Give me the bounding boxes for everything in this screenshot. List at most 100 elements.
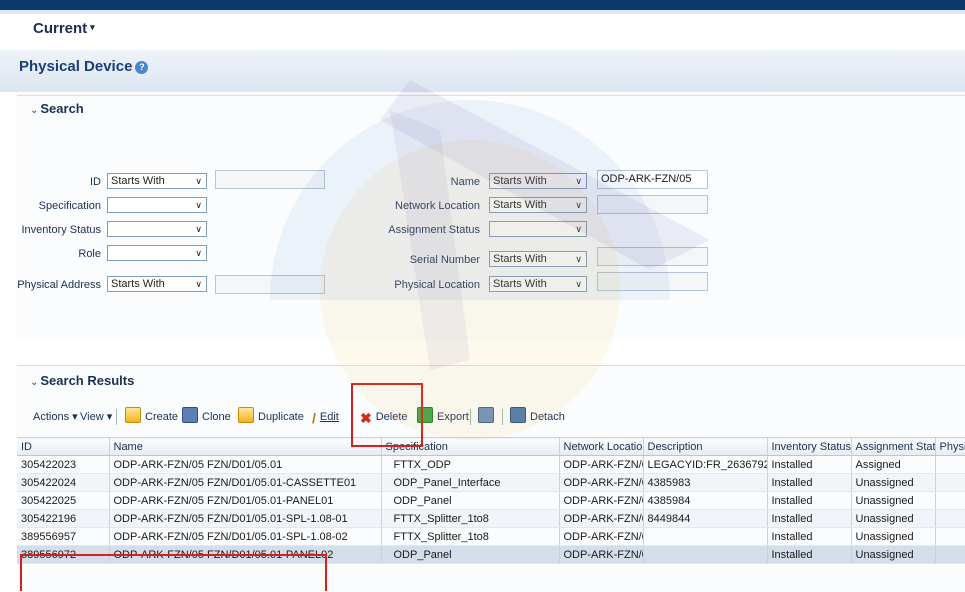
cell-physical bbox=[935, 491, 965, 510]
dropdown-arrow-icon: ∨ bbox=[575, 254, 582, 264]
cell-physical bbox=[935, 455, 965, 474]
cell-network-location: ODP-ARK-FZN/05 bbox=[559, 527, 644, 546]
physical-address-operator-select[interactable]: Starts With ∨ bbox=[107, 276, 207, 292]
page-title: Physical Device? bbox=[19, 58, 149, 75]
chevron-down-icon: ▾ bbox=[90, 22, 95, 32]
serial-number-input[interactable] bbox=[597, 247, 708, 266]
results-table: ID Name Specification Network Location D… bbox=[17, 437, 965, 564]
cell-name: ODP-ARK-FZN/05 FZN/D01/05.01-SPL-1.08-01 bbox=[109, 509, 382, 528]
cell-name: ODP-ARK-FZN/05 FZN/D01/05.01-PANEL01 bbox=[109, 491, 382, 510]
help-icon[interactable]: ? bbox=[135, 61, 149, 74]
cell-description: LEGACYID:FR_2636792 bbox=[643, 455, 768, 474]
detach-label: Detach bbox=[530, 411, 565, 423]
table-row[interactable]: 305422196 ODP-ARK-FZN/05 FZN/D01/05.01-S… bbox=[17, 509, 965, 528]
name-input[interactable]: ODP-ARK-FZN/05 bbox=[597, 170, 708, 189]
column-header-id[interactable]: ID bbox=[17, 437, 110, 456]
physical-address-input[interactable] bbox=[215, 275, 325, 294]
serial-number-operator-value: Starts With bbox=[493, 253, 547, 265]
export-label: Export bbox=[437, 411, 469, 423]
cell-name: ODP-ARK-FZN/05 FZN/D01/05.01-CASSETTE01 bbox=[109, 473, 382, 492]
selected-row-highlight-box bbox=[20, 554, 327, 591]
cell-network-location: ODP-ARK-FZN/05 bbox=[559, 491, 644, 510]
pencil-icon: / bbox=[312, 410, 316, 426]
cell-assignment-status: Unassigned bbox=[851, 473, 936, 492]
cell-physical bbox=[935, 509, 965, 528]
cell-inventory-status: Installed bbox=[767, 473, 852, 492]
physical-location-input[interactable] bbox=[597, 272, 708, 291]
physical-location-operator-select[interactable]: Starts With ∨ bbox=[489, 276, 587, 292]
column-header-description[interactable]: Description bbox=[643, 437, 768, 456]
table-row[interactable]: 305422025 ODP-ARK-FZN/05 FZN/D01/05.01-P… bbox=[17, 491, 965, 510]
cell-id: 305422024 bbox=[17, 473, 110, 492]
network-location-operator-value: Starts With bbox=[493, 199, 547, 211]
network-location-input[interactable] bbox=[597, 195, 708, 214]
cell-inventory-status: Installed bbox=[767, 455, 852, 474]
cell-specification: ODP_Panel bbox=[381, 545, 560, 564]
detach-button[interactable]: Detach bbox=[510, 407, 565, 427]
cell-description: 4385983 bbox=[643, 473, 768, 492]
id-operator-select[interactable]: Starts With ∨ bbox=[107, 173, 207, 189]
current-menu[interactable]: Current ▾ bbox=[33, 20, 95, 37]
cell-inventory-status: Installed bbox=[767, 545, 852, 564]
cell-description: 8449844 bbox=[643, 509, 768, 528]
view-menu[interactable]: View ▾ bbox=[80, 407, 112, 427]
cell-inventory-status: Installed bbox=[767, 509, 852, 528]
column-header-assignment-status[interactable]: Assignment Status bbox=[851, 437, 936, 456]
clone-icon bbox=[182, 407, 198, 423]
network-location-label: Network Location bbox=[395, 200, 480, 212]
dropdown-arrow-icon: ∨ bbox=[575, 224, 582, 234]
search-section-header[interactable]: ⌄ Search bbox=[30, 101, 84, 116]
dropdown-arrow-icon: ∨ bbox=[195, 224, 202, 234]
id-operator-value: Starts With bbox=[111, 175, 165, 187]
name-operator-select[interactable]: Starts With ∨ bbox=[489, 173, 587, 189]
page-title-text: Physical Device bbox=[19, 58, 133, 75]
create-button[interactable]: Create bbox=[125, 407, 178, 427]
cell-description bbox=[643, 545, 768, 564]
cell-assignment-status: Unassigned bbox=[851, 545, 936, 564]
edit-button[interactable]: / Edit bbox=[312, 407, 339, 427]
table-row[interactable]: 305422023 ODP-ARK-FZN/05 FZN/D01/05.01 F… bbox=[17, 455, 965, 474]
duplicate-button[interactable]: Duplicate bbox=[238, 407, 304, 427]
id-label: ID bbox=[90, 176, 101, 188]
column-header-inventory-status[interactable]: Inventory Status bbox=[767, 437, 852, 456]
collapse-icon[interactable]: ⌄ bbox=[30, 105, 38, 116]
assignment-status-select[interactable]: ∨ bbox=[489, 221, 587, 237]
table-row[interactable]: 389556957 ODP-ARK-FZN/05 FZN/D01/05.01-S… bbox=[17, 527, 965, 546]
toolbar-separator bbox=[470, 409, 471, 425]
cell-inventory-status: Installed bbox=[767, 491, 852, 510]
cell-id: 305422196 bbox=[17, 509, 110, 528]
cell-assignment-status: Unassigned bbox=[851, 509, 936, 528]
id-input[interactable] bbox=[215, 170, 325, 189]
column-header-name[interactable]: Name bbox=[109, 437, 382, 456]
create-label: Create bbox=[145, 411, 179, 423]
results-section-header[interactable]: ⌄ Search Results bbox=[30, 373, 134, 388]
clone-button[interactable]: Clone bbox=[182, 407, 231, 427]
dropdown-arrow-icon: ∨ bbox=[195, 200, 202, 210]
duplicate-label: Duplicate bbox=[258, 411, 304, 423]
detach-icon bbox=[510, 407, 526, 423]
collapse-icon[interactable]: ⌄ bbox=[30, 377, 38, 388]
table-row[interactable]: 305422024 ODP-ARK-FZN/05 FZN/D01/05.01-C… bbox=[17, 473, 965, 492]
specification-select[interactable]: ∨ bbox=[107, 197, 207, 213]
cell-network-location: ODP-ARK-FZN/05 bbox=[559, 509, 644, 528]
cell-assignment-status: Unassigned bbox=[851, 491, 936, 510]
physical-address-operator-value: Starts With bbox=[111, 278, 165, 290]
misc-action-button[interactable] bbox=[478, 407, 498, 427]
export-button[interactable]: Export bbox=[417, 407, 469, 427]
role-select[interactable]: ∨ bbox=[107, 245, 207, 261]
dropdown-arrow-icon: ∨ bbox=[575, 176, 582, 186]
dropdown-arrow-icon: ∨ bbox=[575, 200, 582, 210]
clone-label: Clone bbox=[202, 411, 231, 423]
network-location-operator-select[interactable]: Starts With ∨ bbox=[489, 197, 587, 213]
results-section-title: Search Results bbox=[40, 373, 135, 388]
inventory-status-select[interactable]: ∨ bbox=[107, 221, 207, 237]
dropdown-arrow-icon: ∨ bbox=[195, 176, 202, 186]
column-header-physical[interactable]: Physica bbox=[935, 437, 965, 456]
serial-number-operator-select[interactable]: Starts With ∨ bbox=[489, 251, 587, 267]
top-bar-shadow bbox=[0, 10, 965, 14]
column-header-network-location[interactable]: Network Location bbox=[559, 437, 644, 456]
role-label: Role bbox=[78, 248, 101, 260]
actions-menu[interactable]: Actions ▾ bbox=[33, 407, 78, 427]
cell-assignment-status: Assigned bbox=[851, 455, 936, 474]
toolbar-separator bbox=[116, 409, 117, 425]
